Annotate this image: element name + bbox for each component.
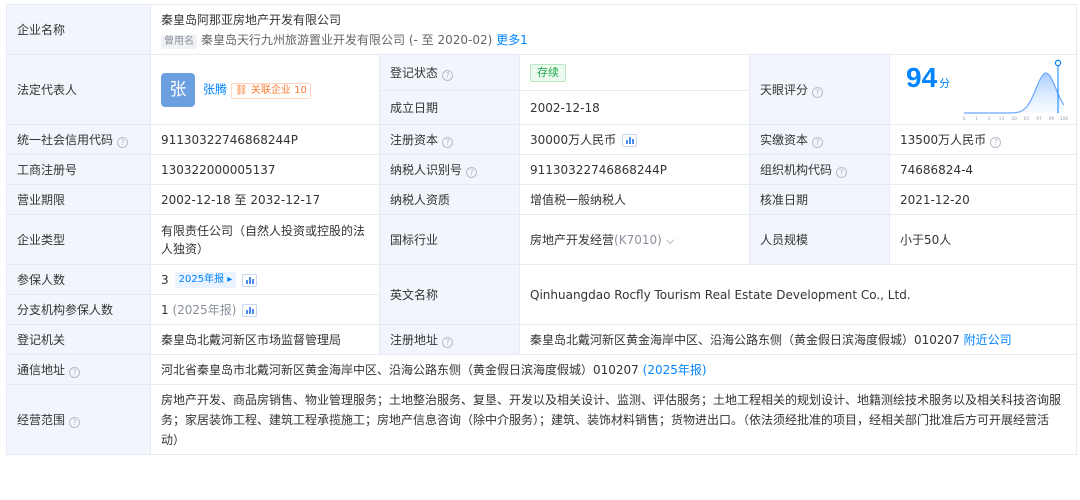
biz-term-label: 营业期限	[6, 184, 151, 215]
company-type-label: 企业类型	[6, 214, 151, 265]
help-icon[interactable]: ?	[69, 366, 81, 378]
industry-cell[interactable]: 房地产开发经营(K7010) ⌵	[519, 214, 750, 265]
org-code-label: 组织机构代码?	[749, 154, 890, 185]
credit-code-value: 91130322746868244P	[150, 124, 380, 155]
help-icon[interactable]: ?	[117, 136, 129, 148]
score-label: 天眼评分?	[749, 54, 890, 125]
legal-rep-label: 法定代表人	[6, 54, 151, 125]
taxpayer-id-value: 91130322746868244P	[519, 154, 750, 185]
more-former-names-link[interactable]: 更多1	[496, 33, 528, 47]
insured-cell: 3 2025年报 ▸	[150, 264, 380, 295]
bar-chart-icon[interactable]	[622, 133, 638, 147]
reg-status-cell: 存续	[519, 54, 750, 91]
chevron-down-icon[interactable]: ⌵	[666, 233, 675, 247]
found-date-value: 2002-12-18	[519, 90, 750, 125]
help-icon[interactable]: ?	[812, 86, 824, 98]
company-name-cell: 秦皇岛阿那亚房地产开发有限公司 曾用名 秦皇岛天行九州旅游置业开发有限公司 (- …	[149, 4, 1078, 55]
score-axis-tick: 30	[1011, 116, 1017, 121]
industry-code: (K7010)	[614, 232, 662, 247]
help-icon[interactable]: ?	[466, 166, 478, 178]
company-name: 秦皇岛阿那亚房地产开发有限公司	[161, 12, 342, 27]
reg-address-value: 秦皇岛北戴河新区黄金海岸中区、沿海公路东侧（黄金假日滨海度假城）010207	[530, 332, 960, 347]
paid-capital-cell: 13500万人民币?	[888, 124, 1078, 155]
reg-authority-label: 登记机关	[6, 324, 151, 355]
help-icon[interactable]: ?	[442, 336, 454, 348]
reg-capital-cell: 30000万人民币	[519, 124, 750, 155]
mail-address-cell: 河北省秦皇岛市北戴河新区黄金海岸中区、沿海公路东侧（黄金假日滨海度假城）0102…	[149, 354, 1078, 385]
reg-authority-value: 秦皇岛北戴河新区市场监督管理局	[150, 324, 380, 355]
taxpayer-id-label: 纳税人识别号?	[379, 154, 520, 185]
staff-size-value: 小于50人	[888, 214, 1078, 265]
insured-label: 参保人数	[6, 264, 151, 295]
annual-report-link[interactable]: (2025年报)	[643, 363, 707, 377]
score-axis-tick: 3	[988, 116, 991, 121]
paid-capital-value: 13500万人民币	[900, 132, 987, 147]
credit-code-label: 统一社会信用代码?	[6, 124, 151, 155]
score-axis-tick: 100	[1060, 116, 1068, 121]
company-type-value: 有限责任公司（自然人投资或控股的法人独资）	[150, 214, 380, 265]
score-axis-tick: 97	[1036, 116, 1042, 121]
alias-tag: 曾用名	[161, 34, 197, 49]
org-code-value: 74686824-4	[888, 154, 1078, 185]
nearby-companies-link[interactable]: 附近公司	[964, 333, 1012, 347]
bar-chart-icon[interactable]	[242, 303, 258, 317]
branch-insured-value: 1	[161, 302, 169, 317]
english-name-value: Qinhuangdao Rocfly Tourism Real Estate D…	[518, 264, 1078, 325]
score-axis-tick: 0	[963, 116, 966, 121]
help-icon[interactable]: ?	[69, 416, 81, 428]
reg-address-label: 注册地址?	[379, 324, 520, 355]
avatar[interactable]: 张	[161, 72, 195, 107]
help-icon[interactable]: ?	[442, 69, 454, 81]
branch-insured-label: 分支机构参保人数	[6, 294, 151, 325]
industry-value: 房地产开发经营	[530, 232, 615, 247]
related-companies-badge[interactable]: ⛓ 关联企业 10	[231, 83, 311, 99]
score-curve-area	[964, 73, 1065, 113]
status-badge: 存续	[530, 64, 566, 82]
branch-insured-cell: 1 (2025年报)	[150, 294, 380, 325]
reg-address-cell: 秦皇岛北戴河新区黄金海岸中区、沿海公路东侧（黄金假日滨海度假城）010207 附…	[518, 324, 1078, 355]
approval-date-value: 2021-12-20	[888, 184, 1078, 215]
score-axis-tick: 1	[975, 116, 978, 121]
help-icon[interactable]: ?	[836, 166, 848, 178]
paid-capital-label: 实缴资本?	[749, 124, 890, 155]
company-info-table: 企业名称 秦皇岛阿那亚房地产开发有限公司 曾用名 秦皇岛天行九州旅游置业开发有限公…	[6, 4, 1078, 496]
mail-address-value: 河北省秦皇岛市北戴河新区黄金海岸中区、沿海公路东侧（黄金假日滨海度假城）0102…	[161, 362, 639, 377]
company-name-label: 企业名称	[6, 4, 151, 55]
former-name: 秦皇岛天行九州旅游置业开发有限公司 (- 至 2020-02)	[201, 32, 493, 47]
biz-reg-no-label: 工商注册号	[6, 154, 151, 185]
industry-label: 国标行业	[379, 214, 520, 265]
help-icon[interactable]: ?	[990, 136, 1002, 148]
biz-reg-no-value: 130322000005137	[150, 154, 380, 185]
staff-size-label: 人员规模	[749, 214, 890, 265]
legal-rep-cell: 张张腾 ⛓ 关联企业 10	[150, 54, 380, 125]
biz-term-value: 2002-12-18 至 2032-12-17	[150, 184, 380, 215]
score-marker-dot	[1054, 59, 1062, 67]
score-value: 94 分	[906, 62, 951, 93]
taxpayer-qual-label: 纳税人资质	[379, 184, 520, 215]
reg-capital-label: 注册资本?	[379, 124, 520, 155]
help-icon[interactable]: ?	[812, 136, 824, 148]
branch-insured-year: (2025年报)	[172, 302, 237, 317]
taxpayer-qual-value: 增值税一般纳税人	[519, 184, 750, 215]
reg-status-label: 登记状态?	[379, 54, 520, 91]
found-date-label: 成立日期	[379, 90, 520, 125]
english-name-label: 英文名称	[379, 264, 520, 325]
score-cell[interactable]: 94 分 0 1 3 15 30 65 97 99 100	[888, 54, 1078, 125]
help-icon[interactable]: ?	[442, 136, 454, 148]
insured-value: 3	[161, 272, 169, 287]
biz-scope-label: 经营范围?	[6, 384, 151, 455]
approval-date-label: 核准日期	[749, 184, 890, 215]
score-axis-tick: 99	[1049, 116, 1055, 121]
annual-report-tag[interactable]: 2025年报 ▸	[174, 272, 237, 288]
score-axis-tick: 15	[999, 116, 1005, 121]
score-distribution-curve: 0 1 3 15 30 65 97 99 100	[963, 59, 1068, 121]
score-axis-tick: 65	[1024, 116, 1030, 121]
reg-capital-value: 30000万人民币	[530, 132, 617, 147]
biz-scope-value: 房地产开发、商品房销售、物业管理服务；土地整治服务、复垦、开发以及相关设计、监测…	[149, 384, 1078, 455]
link-icon: ⛓	[235, 85, 248, 96]
legal-rep-name[interactable]: 张腾	[203, 82, 227, 96]
mail-address-label: 通信地址?	[6, 354, 151, 385]
bar-chart-icon[interactable]	[242, 273, 258, 287]
